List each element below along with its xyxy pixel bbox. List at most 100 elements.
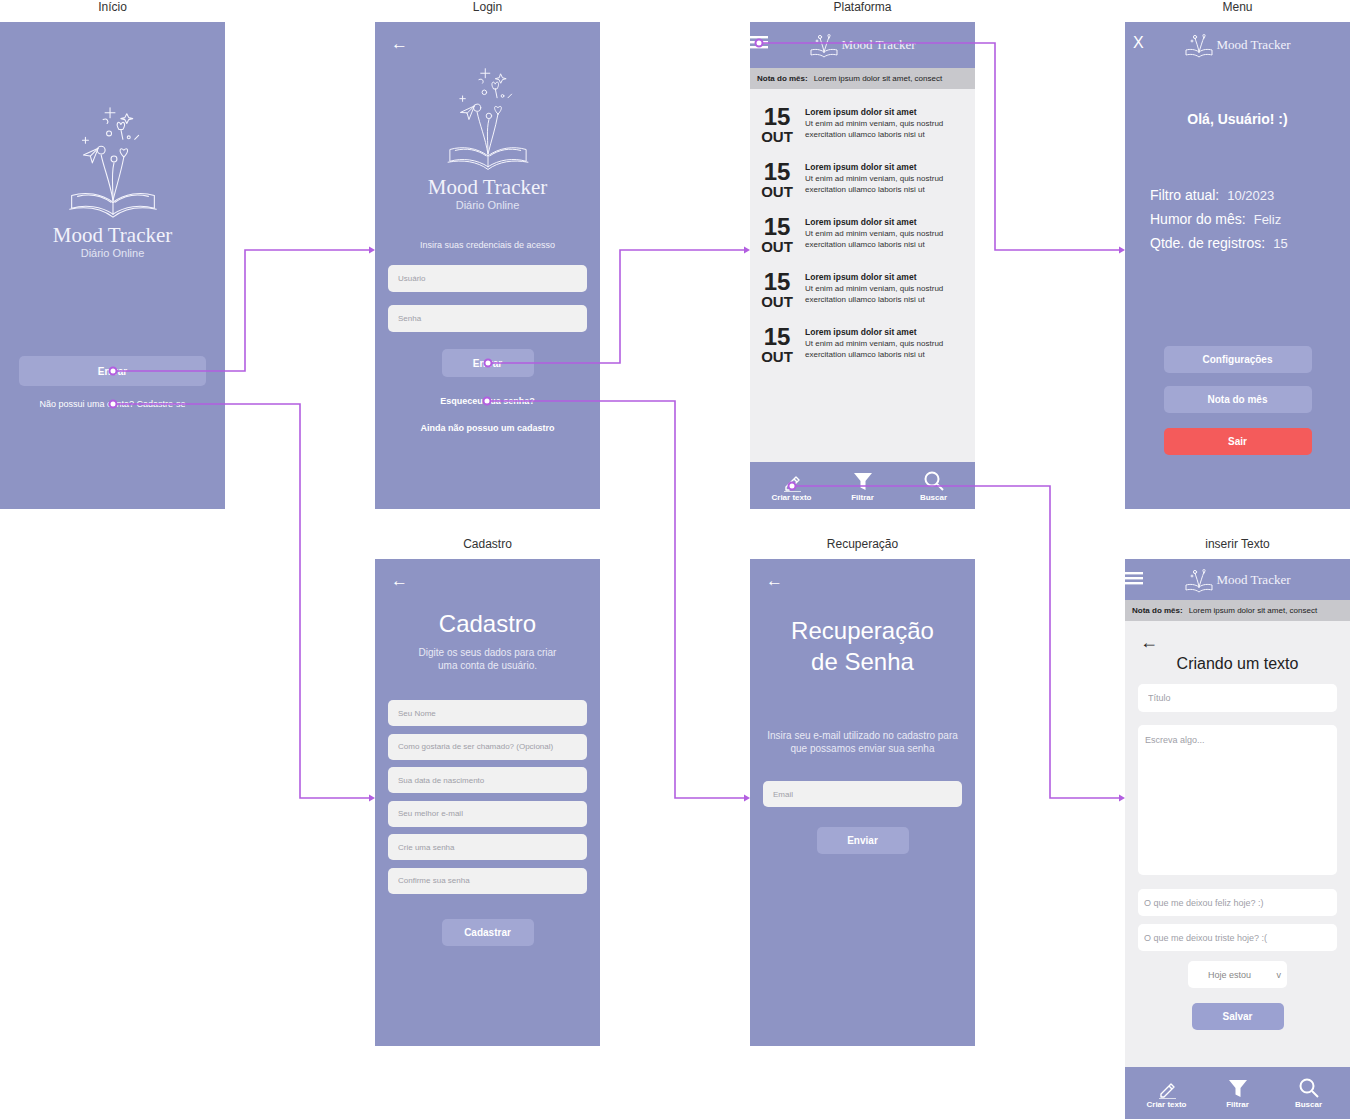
entry-day: 15 [764,215,791,239]
entry-day: 15 [764,105,791,129]
entry-text: Lorem ipsum dolor sit ametUt enim ad min… [805,105,964,145]
close-button[interactable]: X [1133,34,1144,52]
back-button[interactable]: ← [391,569,408,593]
hamburger-icon [750,36,768,49]
entry-month: OUT [761,184,793,200]
entry-row[interactable]: 15OUT Lorem ipsum dolor sit ametUt enim a… [750,325,975,365]
mood-select[interactable]: Hoje estouv [1188,961,1287,988]
phone-screen: Mood TrackerNota do mês:Lorem ipsum dolo… [1125,559,1350,1119]
signup-input[interactable] [388,834,587,860]
logo: Mood TrackerDiário Online [428,56,548,212]
screen-title: Início [98,0,127,14]
nav-item[interactable]: Filtrar [1208,1077,1268,1109]
nav-item[interactable]: Criar texto [762,470,822,502]
entry-month: OUT [761,294,793,310]
entry-row[interactable]: 15OUTLorem ipsum dolor sit ametUt enim a… [750,105,975,145]
entry-date: 15OUT [761,325,793,365]
entry-month: OUT [761,349,793,365]
note-label: Nota do mês: [1132,606,1183,615]
mood-input[interactable] [1138,924,1337,951]
menu-button[interactable]: Nota do mês [1164,386,1312,413]
nav-item[interactable]: Criar texto [1137,1077,1197,1109]
nav-label: Filtrar [1226,1100,1249,1109]
brand-name: Mood Tracker [841,37,915,53]
connector-dot-icon [484,398,491,405]
stat-row: Filtro atual:10/2023 [1150,187,1288,211]
pencil-icon [781,470,803,492]
nav-item[interactable]: Filtrar [833,470,893,502]
entry-list: 15OUTLorem ipsum dolor sit ametUt enim a… [750,89,975,462]
note-label: Nota do mês: [757,74,808,83]
back-button[interactable]: ← [1140,632,1158,652]
signup-input[interactable] [388,767,587,793]
filter-icon [852,470,874,492]
stat-label: Filtro atual: [1150,187,1219,203]
title-input[interactable] [1138,684,1337,712]
month-note-bar: Nota do mês:Lorem ipsum dolor sit amet, … [1125,600,1350,621]
entry-title: Lorem ipsum dolor sit amet [805,217,964,228]
stat-label: Humor do mês: [1150,211,1246,227]
forgot-password-link[interactable]: Esqueceu sua senha? [440,395,535,407]
menu-button[interactable] [750,36,768,49]
menu-button[interactable] [1125,572,1143,585]
connector-dot-icon [485,360,492,367]
stat-value: 15 [1273,236,1287,251]
brand-name: Mood Tracker [1216,37,1290,53]
phone-screen: XMood TrackerOlá, Usuário! :)Filtro atua… [1125,22,1350,509]
entry-body: Ut enim ad minim veniam, quis nostrud ex… [805,118,964,140]
nav-item[interactable]: Buscar [904,470,964,502]
editor: ←Criando um textoHoje estouvSalvar [1125,621,1350,1067]
entry-row[interactable]: 15OUT Lorem ipsum dolor sit ametUt enim a… [750,215,975,255]
bottom-nav: Criar texto Filtrar Buscar [750,462,975,509]
signup-input[interactable] [388,734,587,760]
back-button[interactable]: ← [766,569,783,593]
menu-button[interactable]: Configurações [1164,346,1312,373]
username-input[interactable] [388,265,587,292]
nav-label: Filtrar [851,493,874,502]
signup-button[interactable]: Cadastrar [442,919,534,946]
nav-item[interactable]: Buscar [1279,1077,1339,1109]
screen-title: Plataforma [833,0,891,14]
entry-date: 15OUT [761,160,793,200]
entry-text: Lorem ipsum dolor sit ametUt enim ad min… [805,160,964,200]
flow-connector [488,250,748,363]
entry-row[interactable]: 15OUTLorem ipsum dolor sit ametUt enim a… [750,270,975,310]
signup-link[interactable]: Não possui uma conta? Cadastre-se [39,398,185,410]
entry-body: Ut enim ad minim veniam, quis nostrud ex… [805,228,964,250]
enter-button[interactable]: Entrar [19,356,206,386]
note-text: Lorem ipsum dolor sit amet, consect [814,74,943,83]
page-subtitle: Insira seu e-mail utilizado no cadastro … [758,729,968,755]
signup-link[interactable]: Ainda não possuo um cadastro [420,422,554,434]
entry-text: Lorem ipsum dolor sit ametUt enim ad min… [805,325,964,365]
send-button[interactable]: Enviar [817,827,909,854]
entry-date: 15OUT [761,215,793,255]
screen-title: Login [473,0,502,14]
email-input[interactable] [763,781,962,807]
hamburger-icon [1125,572,1143,585]
arrowhead-icon [369,795,375,802]
save-button[interactable]: Salvar [1192,1003,1284,1030]
signup-input[interactable] [388,700,587,726]
book-flowers-icon [63,94,163,222]
body-textarea[interactable] [1138,725,1337,875]
screen-title: Recuperação [827,537,898,551]
app-name: Mood Tracker [428,176,548,198]
back-button[interactable]: ← [391,32,408,56]
entry-row[interactable]: 15OUT Lorem ipsum dolor sit ametUt enim a… [750,160,975,200]
password-input[interactable] [388,305,587,332]
signup-input[interactable] [388,801,587,827]
menu-button[interactable]: Sair [1164,428,1312,455]
mood-input[interactable] [1138,889,1337,916]
signup-input[interactable] [388,868,587,894]
flow-connector [759,43,1123,250]
stat-label: Qtde. de registros: [1150,235,1265,251]
brand: Mood Tracker [809,32,915,58]
app-name: Mood Tracker [53,224,173,246]
arrowhead-icon [1119,795,1125,802]
entry-title: Lorem ipsum dolor sit amet [805,162,964,173]
book-logo-icon [809,32,839,58]
flow-connector [113,250,373,371]
connector-dot-icon [110,368,117,375]
entry-body: Ut enim ad minim veniam, quis nostrud ex… [805,338,964,360]
enter-button[interactable]: Entrar [442,349,534,377]
